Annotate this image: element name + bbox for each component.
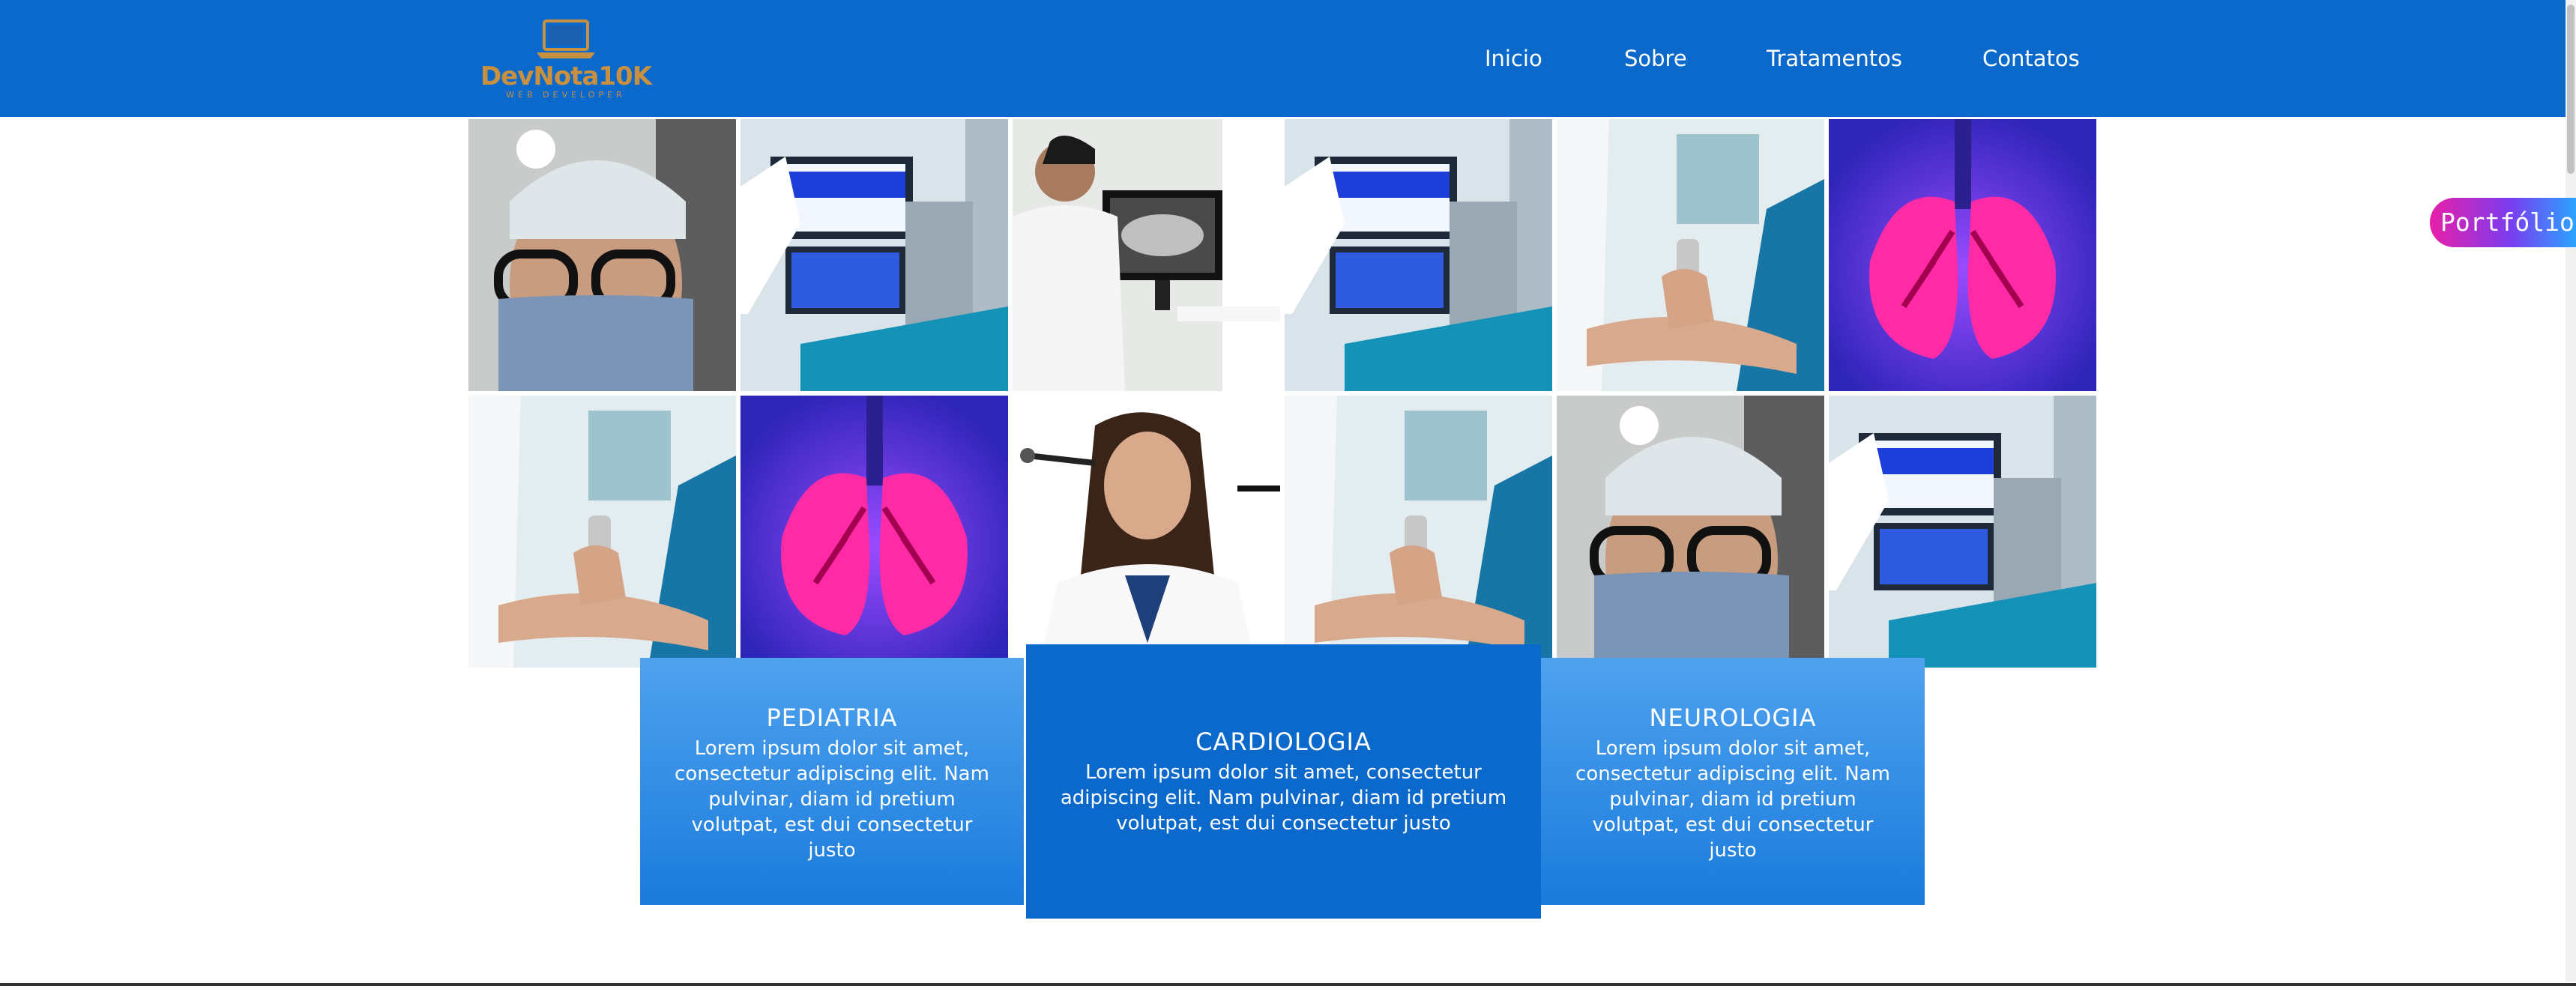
doctor-viewing-xray-icon bbox=[1013, 119, 1280, 391]
gallery-photo-female-doctor[interactable] bbox=[1013, 396, 1280, 668]
laptop-icon bbox=[537, 19, 595, 58]
specialty-card-neurologia[interactable]: NEUROLOGIA Lorem ipsum dolor sit amet, c… bbox=[1541, 658, 1925, 905]
lungs-icon bbox=[740, 396, 1008, 668]
page-bottom-border bbox=[0, 983, 2576, 986]
specialty-title: NEUROLOGIA bbox=[1649, 704, 1817, 732]
site-logo[interactable]: DevNota10K WEB DEVELOPER bbox=[480, 18, 652, 102]
nav-item-sobre[interactable]: Sobre bbox=[1624, 42, 1687, 75]
nav-item-tratamentos[interactable]: Tratamentos bbox=[1767, 42, 1902, 75]
medical-monitor-icon bbox=[740, 119, 1008, 391]
ultrasound-probe-icon bbox=[1285, 396, 1552, 668]
gallery-photo-surgeon[interactable] bbox=[468, 119, 736, 391]
gallery-photo-ultrasound[interactable] bbox=[1557, 119, 1824, 391]
gallery-photo-ecg-monitor[interactable] bbox=[740, 119, 1008, 391]
medical-monitor-icon bbox=[1285, 119, 1552, 391]
specialty-text: Lorem ipsum dolor sit amet, consectetur … bbox=[675, 737, 989, 862]
scrollbar-thumb[interactable] bbox=[2567, 4, 2575, 174]
specialty-card-pediatria[interactable]: PEDIATRIA Lorem ipsum dolor sit amet, co… bbox=[640, 658, 1024, 905]
portfolio-label: Portfólio bbox=[2440, 208, 2575, 237]
photo-gallery bbox=[468, 119, 2096, 668]
logo-tagline: WEB DEVELOPER bbox=[506, 90, 626, 100]
lungs-icon bbox=[1829, 119, 2096, 391]
gallery-photo-dentist-xray[interactable] bbox=[1013, 119, 1280, 391]
specialty-title: CARDIOLOGIA bbox=[1195, 728, 1372, 756]
surgeon-with-headlamp-icon bbox=[1557, 396, 1824, 668]
surgeon-with-headlamp-icon bbox=[468, 119, 736, 391]
female-doctor-icon bbox=[1013, 396, 1280, 668]
gallery-photo-ecg-monitor[interactable] bbox=[1285, 119, 1552, 391]
gallery-photo-ecg-monitor[interactable] bbox=[1829, 396, 2096, 668]
specialty-text: Lorem ipsum dolor sit amet, consectetur … bbox=[1060, 761, 1507, 835]
gallery-photo-lungs[interactable] bbox=[740, 396, 1008, 668]
gallery-photo-lungs[interactable] bbox=[1829, 119, 2096, 391]
nav-item-inicio[interactable]: Inicio bbox=[1485, 42, 1542, 75]
site-header: DevNota10K WEB DEVELOPER Inicio Sobre Tr… bbox=[0, 0, 2566, 117]
specialty-title: PEDIATRIA bbox=[766, 704, 898, 732]
nav-item-contatos[interactable]: Contatos bbox=[1982, 42, 2080, 75]
ultrasound-probe-icon bbox=[468, 396, 736, 668]
portfolio-button[interactable]: Portfólio bbox=[2430, 198, 2576, 247]
specialty-text: Lorem ipsum dolor sit amet, consectetur … bbox=[1575, 737, 1890, 862]
medical-monitor-icon bbox=[1829, 396, 2096, 668]
logo-brand-text: DevNota10K bbox=[480, 61, 652, 91]
gallery-photo-surgeon[interactable] bbox=[1557, 396, 1824, 668]
page-scrollbar[interactable] bbox=[2566, 0, 2576, 982]
specialty-card-cardiologia[interactable]: CARDIOLOGIA Lorem ipsum dolor sit amet, … bbox=[1026, 644, 1541, 919]
gallery-photo-ultrasound[interactable] bbox=[468, 396, 736, 668]
gallery-photo-ultrasound[interactable] bbox=[1285, 396, 1552, 668]
ultrasound-probe-icon bbox=[1557, 119, 1824, 391]
